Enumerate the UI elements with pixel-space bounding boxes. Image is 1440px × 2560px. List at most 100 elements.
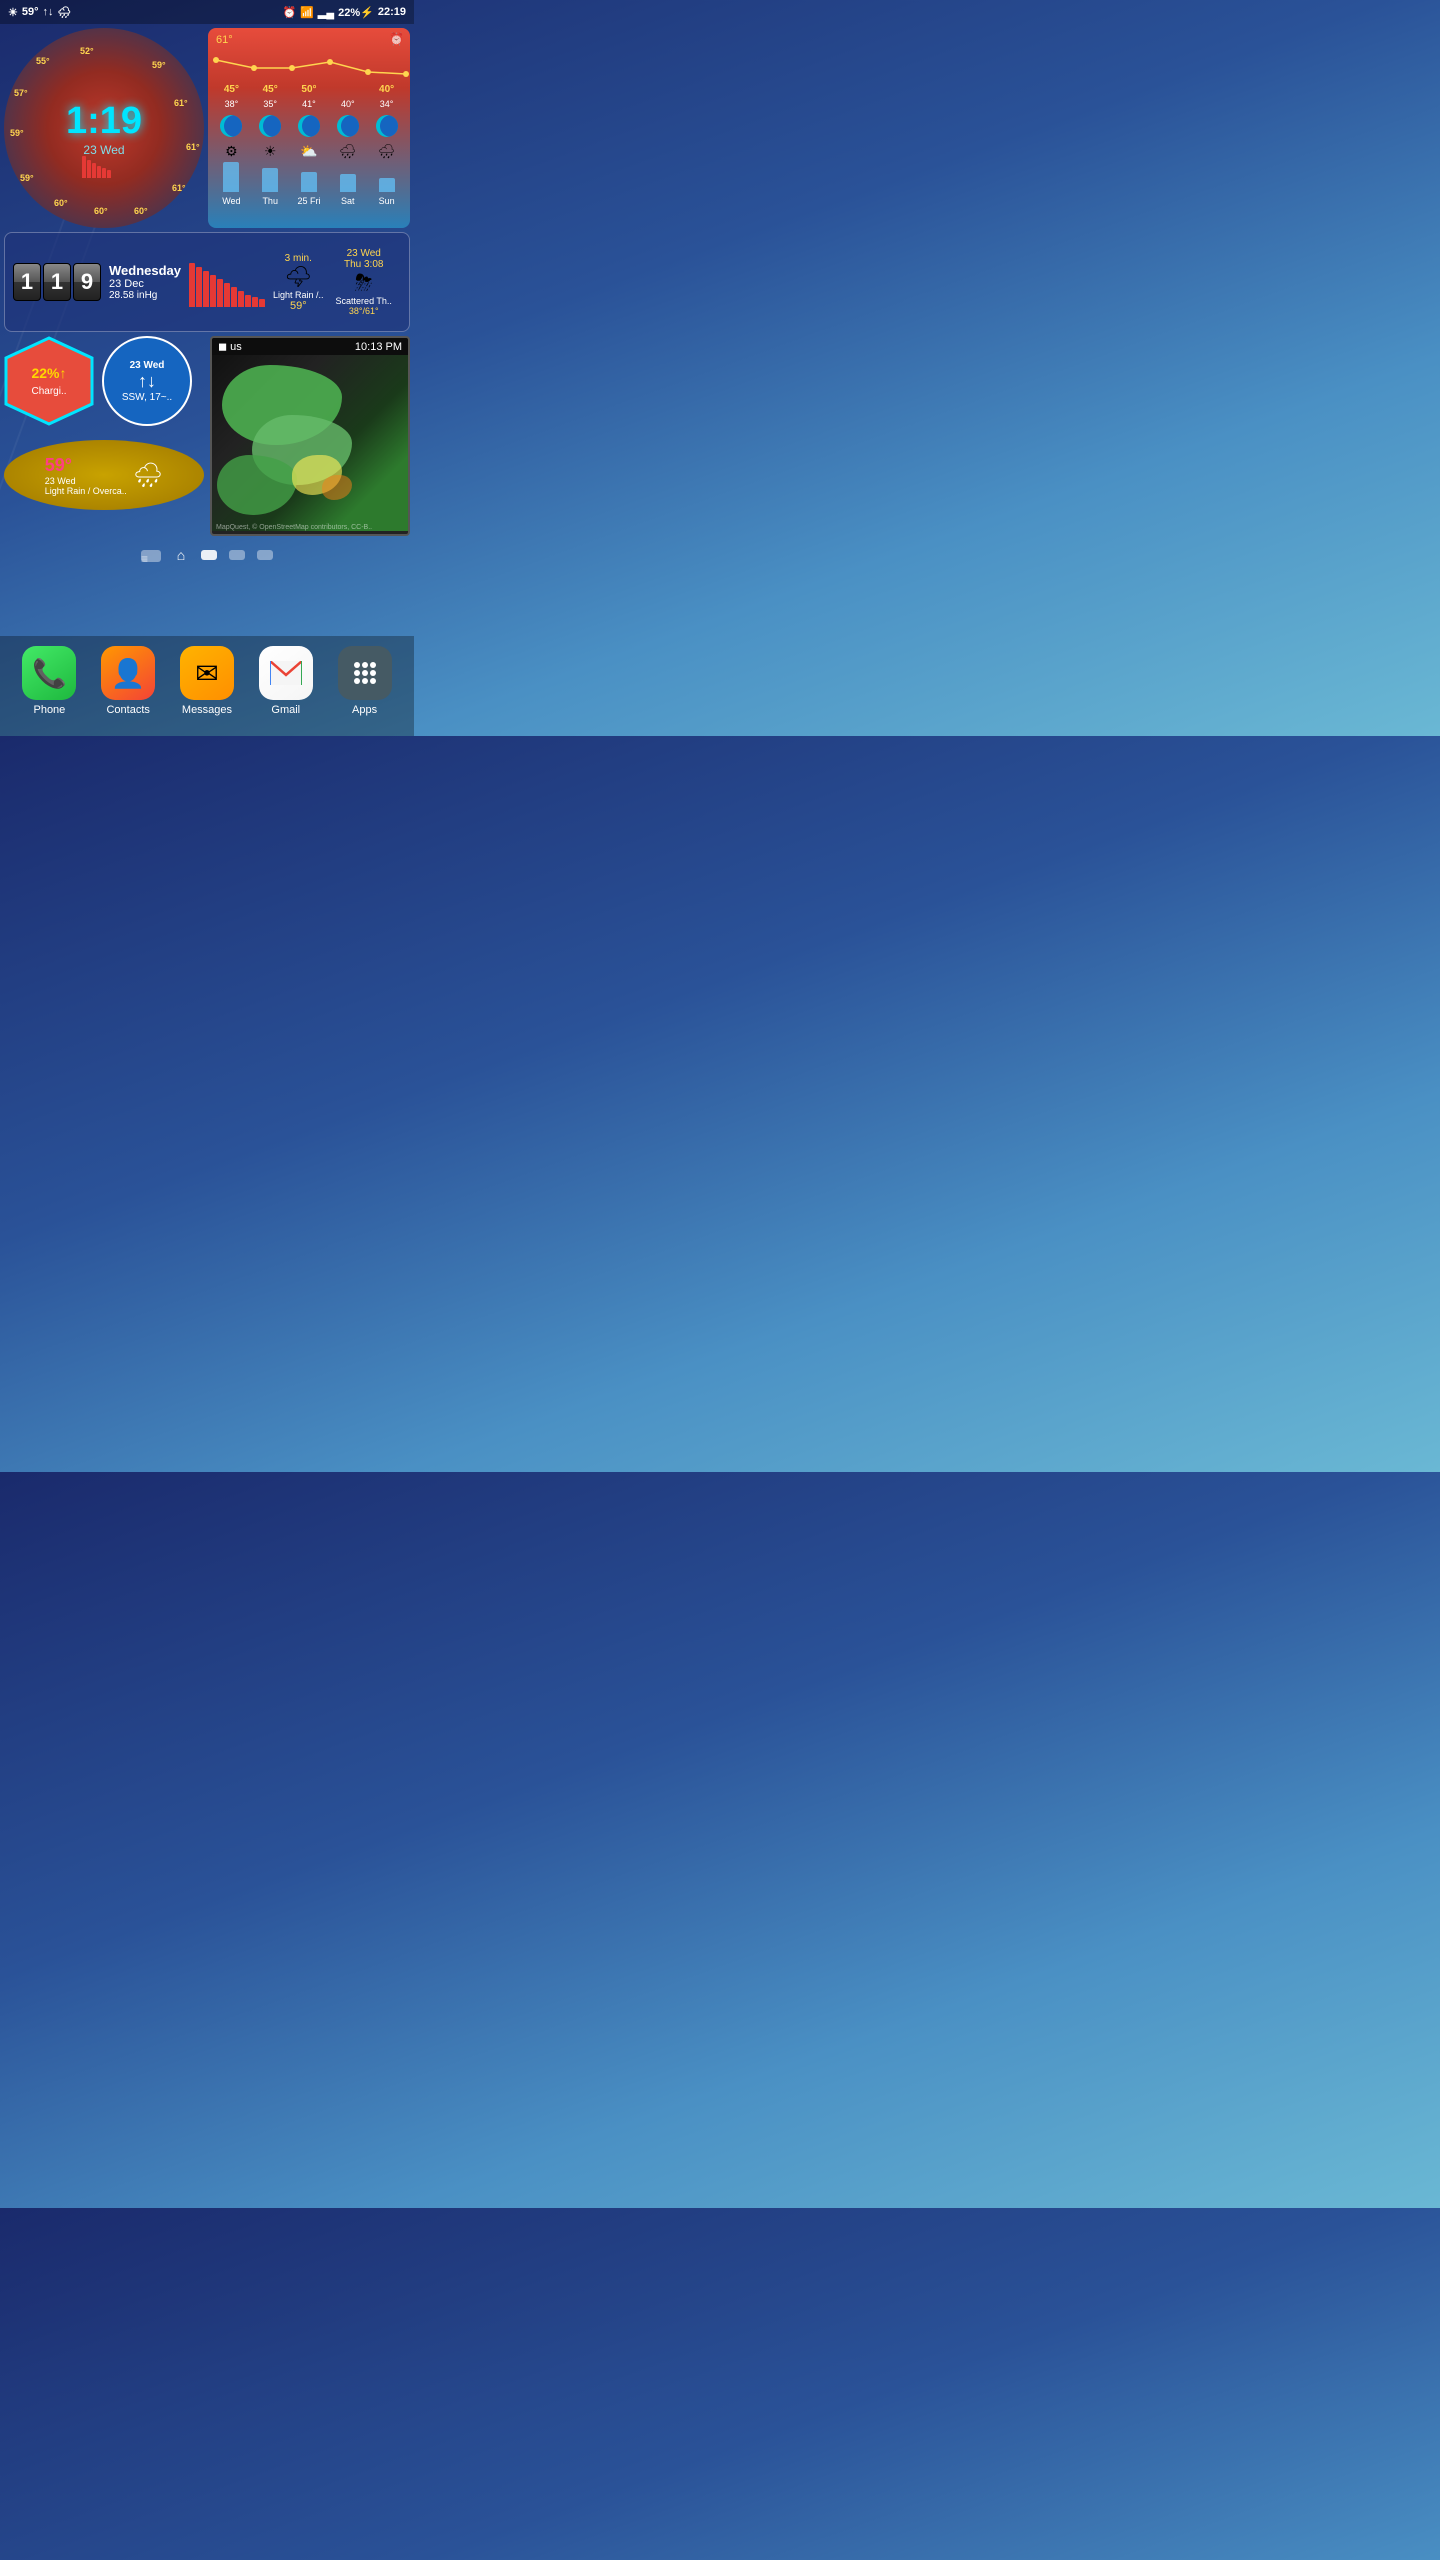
flip-pressure: 28.58 inHg	[109, 290, 181, 301]
clock-status: 22:19	[378, 6, 406, 18]
flip-weather-current: 3 min. 🌩 Light Rain /.. 59°	[273, 253, 324, 312]
temp-item: 60°	[54, 198, 68, 208]
flip-date2: 23 Dec	[109, 278, 181, 290]
battery-status: 22%⚡	[338, 6, 374, 19]
flip-digit-3: 9	[73, 263, 101, 301]
temp-item: 57°	[14, 88, 28, 98]
forecast-bars	[212, 162, 406, 194]
flip-weather-desc: Light Rain /..	[273, 290, 324, 300]
forecast-widget[interactable]: ⏰ 61° 45° 45° 50° 40° 38° 35° 41° 40° 34…	[208, 28, 410, 228]
status-left: ☀ 59° ↑↓ 🌧	[8, 6, 71, 19]
arrows-status: ↑↓	[43, 6, 54, 18]
messages-label: Messages	[182, 704, 232, 716]
flip-digit-1: 1	[13, 263, 41, 301]
messages-icon: ✉	[180, 646, 234, 700]
dock-gmail[interactable]: Gmail	[259, 646, 313, 716]
flip-right-date: 23 Wed	[347, 248, 381, 259]
forecast-lows: 38° 35° 41° 40° 34°	[212, 97, 406, 111]
flip-bars	[189, 257, 265, 307]
temp-item: 59°	[20, 173, 34, 183]
contacts-icon: 👤	[101, 646, 155, 700]
temp-item: 61°	[186, 142, 200, 152]
temp-item: 59°	[152, 60, 166, 70]
flip-label: 3 min.	[285, 253, 312, 264]
wind-widget[interactable]: 23 Wed ↑↓ SSW, 17~..	[102, 336, 192, 426]
flip-right-icon: ⛈	[355, 270, 373, 296]
alarm-icon: ⏰	[282, 6, 296, 19]
page-indicator: ≡ ⌂	[0, 550, 414, 562]
dock: 📞 Phone 👤 Contacts ✉ Messages Gmail	[0, 636, 414, 736]
page-dot-home: ⌂	[173, 550, 189, 560]
circle-weather-widget[interactable]: 1:19 23 Wed 52° 55° 57° 59° 59° 60° 60° …	[4, 28, 204, 228]
forecast-start-temp: 61°	[216, 34, 233, 46]
svg-text:Chargi..: Chargi..	[31, 386, 66, 397]
page-dot-1: ≡	[141, 550, 161, 562]
flip-weather-next: 23 Wed Thu 3:08 ⛈ Scattered Th.. 38°/61°	[336, 248, 392, 316]
oval-date: 23 Wed	[45, 476, 127, 486]
radar-logo: ◼ us	[218, 340, 242, 353]
weather-icon-status: ☀	[8, 6, 18, 19]
forecast-alarm-icon: ⏰	[389, 32, 404, 46]
temp-item: 60°	[94, 206, 108, 216]
flip-clock-display: 1 1 9	[13, 263, 101, 301]
flipclock-widget[interactable]: 1 1 9 Wednesday 23 Dec 28.58 inHg 3 min.…	[4, 232, 410, 332]
radar-widget[interactable]: ◼ us 10:13 PM MapQuest, © OpenStreetMap …	[210, 336, 410, 536]
flip-right-desc: Scattered Th..	[336, 296, 392, 306]
page-dot-active	[201, 550, 217, 560]
rain-icon-status: 🌧	[58, 6, 72, 19]
wind-speed: SSW, 17~..	[122, 392, 172, 403]
radar-footer: MapQuest, © OpenStreetMap contributors, …	[216, 524, 372, 531]
flip-right-range: 38°/61°	[349, 306, 379, 316]
forecast-days: Wed Thu 25 Fri Sat Sun	[212, 194, 406, 208]
svg-text:22%↑: 22%↑	[31, 365, 66, 381]
wind-date: 23 Wed	[130, 360, 165, 371]
page-dot-4	[257, 550, 273, 560]
temp-item: 52°	[80, 46, 94, 56]
oval-temp: 59°	[45, 455, 127, 476]
radar-header: ◼ us 10:13 PM	[212, 338, 408, 355]
signal-bars: ▂▄	[318, 6, 334, 19]
phone-icon: 📞	[22, 646, 76, 700]
temp-item: 61°	[172, 183, 186, 193]
forecast-icons: ⚙ ☀ ⛅ 🌧 🌧	[212, 141, 406, 162]
forecast-highs: 45° 45° 50° 40°	[212, 82, 406, 97]
temp-item: 55°	[36, 56, 50, 66]
gmail-label: Gmail	[271, 704, 300, 716]
flip-date1: Wednesday	[109, 263, 181, 278]
phone-label: Phone	[33, 704, 65, 716]
temp-item: 59°	[10, 128, 24, 138]
circle-time: 1:19	[66, 100, 142, 143]
flip-weather-icon: 🌩	[284, 264, 312, 290]
dock-apps[interactable]: Apps	[338, 646, 392, 716]
battery-widget[interactable]: 22%↑ Chargi..	[4, 336, 94, 426]
radar-map: MapQuest, © OpenStreetMap contributors, …	[212, 355, 408, 531]
temp-item: 60°	[134, 206, 148, 216]
circle-date: 23 Wed	[66, 143, 142, 157]
temperature-status: 59°	[22, 6, 39, 18]
status-bar: ☀ 59° ↑↓ 🌧 ⏰ 📶 ▂▄ 22%⚡ 22:19	[0, 0, 414, 24]
wind-icon: ↑↓	[138, 371, 156, 392]
oval-weather-widget[interactable]: 59° 23 Wed Light Rain / Overca.. 🌧	[4, 440, 204, 510]
apps-label: Apps	[352, 704, 377, 716]
dock-contacts[interactable]: 👤 Contacts	[101, 646, 155, 716]
battery-wind-row: 22%↑ Chargi.. 23 Wed ↑↓ SSW, 17~..	[4, 336, 192, 426]
status-right: ⏰ 📶 ▂▄ 22%⚡ 22:19	[282, 6, 406, 19]
page-dot-3	[229, 550, 245, 560]
radar-time: 10:13 PM	[355, 341, 402, 353]
flip-weather-temp: 59°	[290, 300, 307, 312]
forecast-header: 61°	[212, 32, 406, 48]
wifi-icon: 📶	[300, 6, 314, 19]
gmail-icon	[259, 646, 313, 700]
oval-weather-icon: 🌧	[133, 461, 163, 490]
flip-info: Wednesday 23 Dec 28.58 inHg	[109, 263, 181, 301]
flip-right-thu: Thu 3:08	[344, 259, 383, 270]
contacts-label: Contacts	[106, 704, 149, 716]
temp-item: 61°	[174, 98, 188, 108]
apps-icon	[338, 646, 392, 700]
dock-phone[interactable]: 📞 Phone	[22, 646, 76, 716]
circle-center: 1:19 23 Wed	[66, 100, 142, 157]
oval-desc: Light Rain / Overca..	[45, 486, 127, 496]
dock-messages[interactable]: ✉ Messages	[180, 646, 234, 716]
forecast-moons	[212, 111, 406, 141]
flip-digit-2: 1	[43, 263, 71, 301]
